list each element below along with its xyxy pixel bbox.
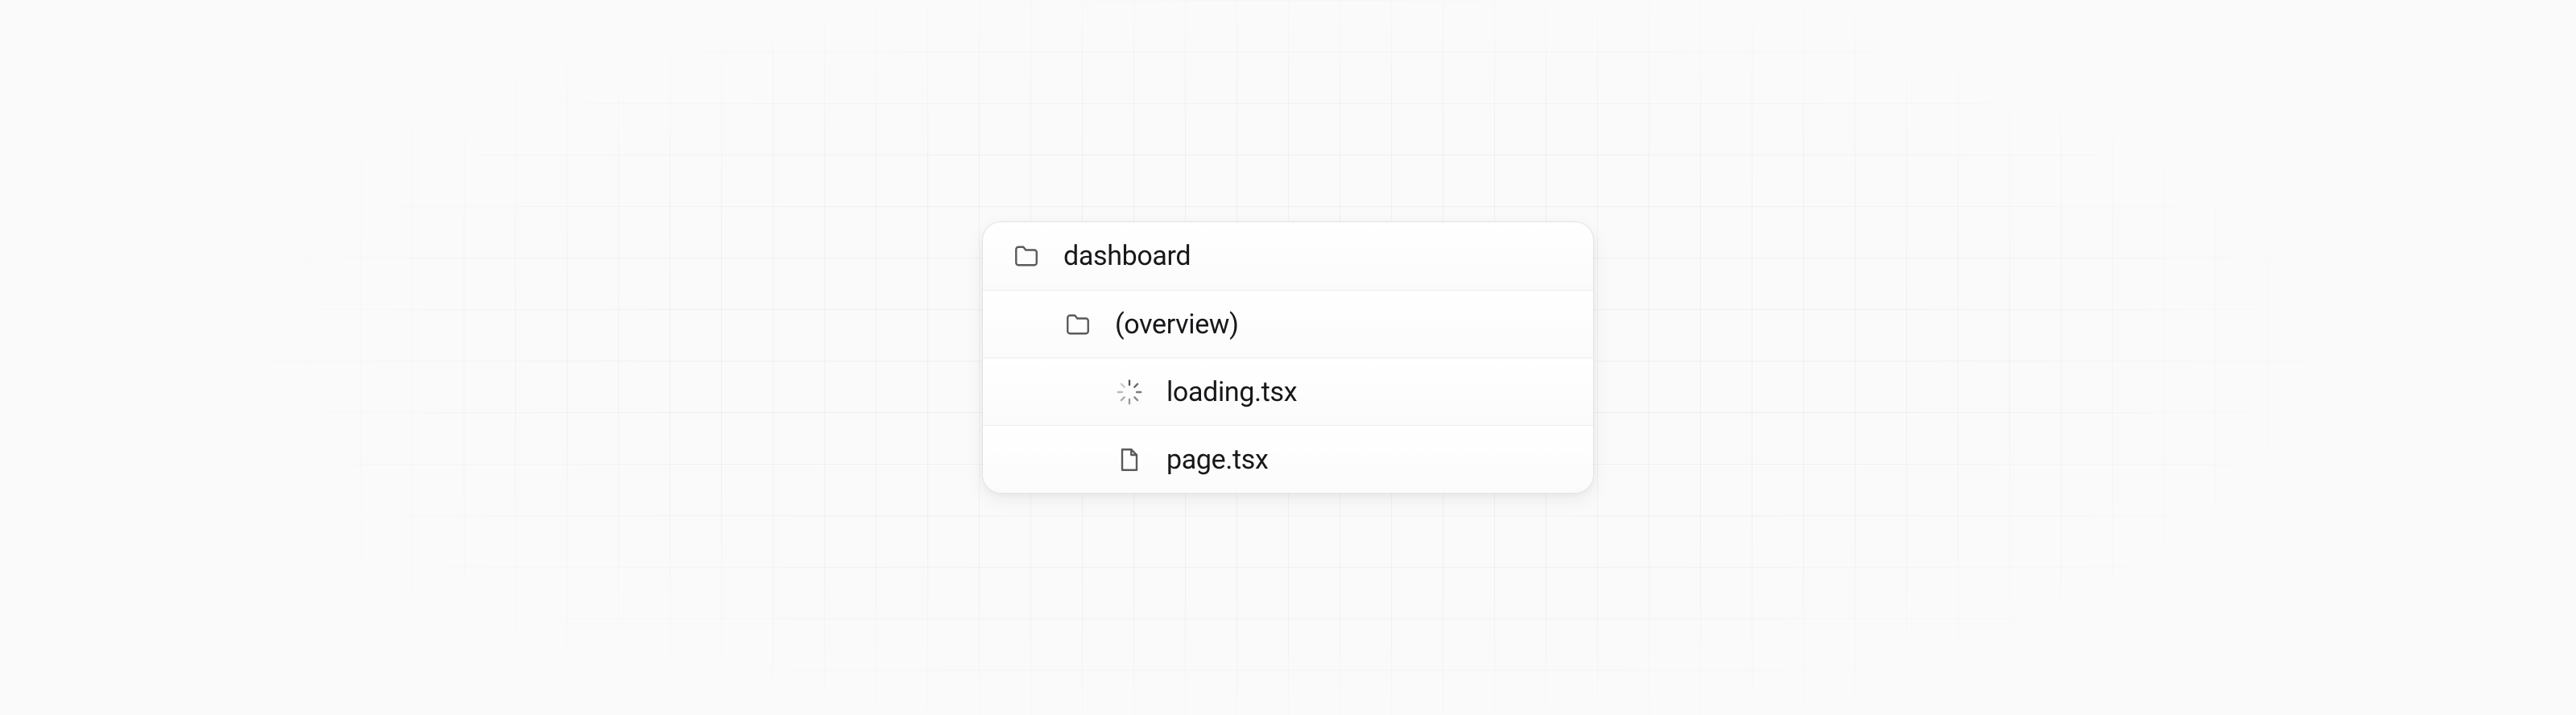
folder-icon: [1063, 310, 1092, 339]
tree-item-page[interactable]: page.tsx: [983, 425, 1593, 493]
file-icon: [1115, 445, 1144, 474]
tree-item-overview[interactable]: (overview): [983, 290, 1593, 358]
spinner-icon: [1115, 378, 1144, 407]
tree-item-label: (overview): [1115, 308, 1239, 341]
folder-icon: [1012, 242, 1041, 271]
tree-item-label: page.tsx: [1166, 444, 1269, 476]
tree-item-label: dashboard: [1063, 240, 1191, 272]
tree-item-dashboard[interactable]: dashboard: [983, 222, 1593, 290]
tree-item-loading[interactable]: loading.tsx: [983, 358, 1593, 425]
tree-item-label: loading.tsx: [1166, 376, 1297, 408]
file-tree-panel: dashboard (overview): [982, 221, 1594, 494]
